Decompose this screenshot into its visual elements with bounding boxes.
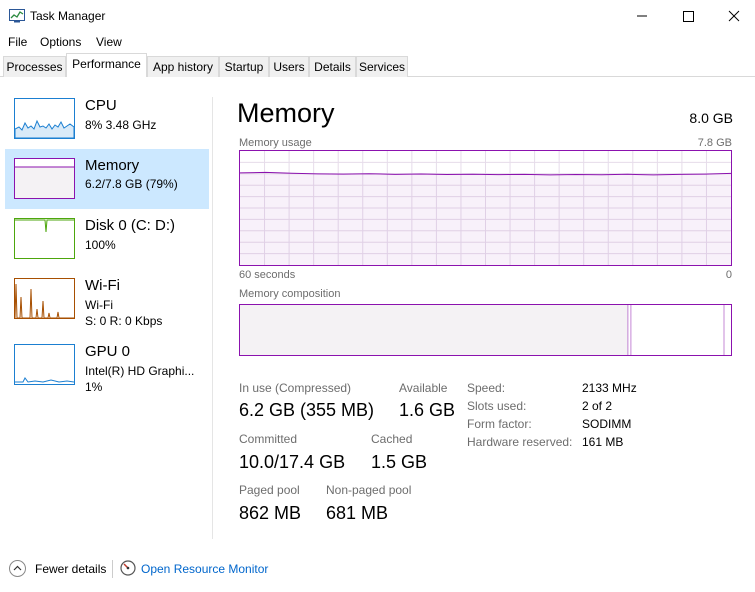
menu-file[interactable]: File (8, 35, 27, 49)
sidebar-subtitle-2: 1% (85, 380, 103, 394)
available-value: 1.6 GB (399, 400, 456, 420)
sidebar-item-disk[interactable]: Disk 0 (C: D:) 100% (5, 212, 209, 272)
sidebar-item-cpu[interactable]: CPU 8% 3.48 GHz (5, 92, 209, 152)
composition-in-use (240, 305, 628, 355)
gpu-thumbnail-graph (14, 344, 75, 385)
memory-usage-graph (239, 150, 732, 266)
spec-label-speed: Speed: (467, 381, 506, 395)
memory-usage-area (240, 172, 731, 265)
minimize-icon[interactable] (619, 0, 665, 31)
sidebar-title: Wi-Fi (85, 277, 120, 294)
window-title: Task Manager (30, 9, 106, 23)
page-title: Memory (237, 98, 335, 128)
spec-label-form-factor: Form factor: (467, 417, 532, 431)
wifi-thumbnail-graph (14, 278, 75, 319)
tab-processes[interactable]: Processes (3, 56, 66, 77)
memory-total: 8.0 GB (689, 110, 733, 126)
usage-axis-left: 60 seconds (239, 269, 296, 281)
chevron-up-icon[interactable] (9, 560, 26, 577)
tab-details[interactable]: Details (309, 56, 356, 77)
nonpaged-pool-value: 681 MB (326, 503, 389, 523)
sidebar-divider (212, 97, 213, 539)
menu-options[interactable]: Options (40, 35, 81, 49)
sidebar-subtitle: 6.2/7.8 GB (79%) (85, 177, 178, 191)
sidebar-subtitle: Intel(R) HD Graphi... (85, 364, 195, 378)
in-use-value: 6.2 GB (355 MB) (239, 400, 375, 420)
spec-value-slots: 2 of 2 (582, 399, 613, 413)
footer: Fewer details Open Resource Monitor (0, 555, 755, 583)
disk-thumbnail-graph (14, 218, 75, 259)
cached-value: 1.5 GB (371, 452, 428, 472)
sidebar-subtitle: 100% (85, 238, 116, 252)
sidebar-title: Disk 0 (C: D:) (85, 217, 175, 234)
task-manager-icon (9, 9, 25, 23)
usage-chart-label: Memory usage (239, 137, 312, 149)
maximize-icon[interactable] (665, 0, 711, 31)
performance-sidebar: CPU 8% 3.48 GHz Memory 6.2/7.8 GB (79%) … (0, 92, 214, 542)
tab-performance[interactable]: Performance (66, 53, 147, 77)
menu-bar: File Options View (0, 31, 755, 53)
sidebar-item-wifi[interactable]: Wi-Fi Wi-Fi S: 0 R: 0 Kbps (5, 272, 209, 332)
fewer-details-button[interactable]: Fewer details (35, 562, 106, 576)
tab-strip: Processes Performance App history Startu… (0, 53, 755, 77)
usage-axis-right: 0 (725, 269, 732, 281)
paged-pool-value: 862 MB (239, 503, 302, 523)
sidebar-title: GPU 0 (85, 343, 131, 360)
memory-thumbnail-graph (14, 158, 75, 199)
cached-label: Cached (371, 432, 413, 446)
paged-pool-label: Paged pool (239, 483, 300, 497)
tab-startup[interactable]: Startup (219, 56, 269, 77)
title-bar: Task Manager (0, 0, 755, 31)
committed-value: 10.0/17.4 GB (239, 452, 346, 472)
tab-users[interactable]: Users (269, 56, 309, 77)
sidebar-title: Memory (85, 157, 140, 174)
sidebar-item-gpu[interactable]: GPU 0 Intel(R) HD Graphi... 1% (5, 338, 209, 398)
sidebar-item-memory[interactable]: Memory 6.2/7.8 GB (79%) (5, 149, 209, 209)
tab-services[interactable]: Services (356, 56, 408, 77)
sidebar-title: CPU (85, 97, 117, 114)
memory-usage-svg (239, 151, 732, 265)
available-label: Available (399, 381, 448, 395)
spec-value-hardware-reserved: 161 MB (582, 435, 624, 449)
open-resource-monitor-link[interactable]: Open Resource Monitor (141, 562, 268, 576)
spec-label-slots: Slots used: (467, 399, 527, 413)
nonpaged-pool-label: Non-paged pool (326, 483, 412, 497)
tab-app-history[interactable]: App history (147, 56, 219, 77)
spec-value-speed: 2133 MHz (582, 381, 637, 395)
sidebar-subtitle-2: S: 0 R: 0 Kbps (85, 314, 163, 328)
sidebar-subtitle: 8% 3.48 GHz (85, 118, 157, 132)
composition-chart-label: Memory composition (239, 288, 341, 300)
cpu-thumbnail-graph (14, 98, 75, 139)
memory-composition-bar (239, 304, 732, 356)
in-use-label: In use (Compressed) (239, 381, 352, 395)
menu-view[interactable]: View (96, 35, 122, 49)
spec-value-form-factor: SODIMM (582, 417, 632, 431)
composition-svg (240, 305, 725, 355)
sidebar-subtitle: Wi-Fi (85, 298, 113, 312)
committed-label: Committed (239, 432, 298, 446)
close-icon[interactable] (711, 0, 755, 31)
usage-chart-max: 7.8 GB (697, 137, 732, 149)
footer-divider (112, 560, 113, 578)
resource-monitor-icon[interactable] (120, 560, 136, 576)
spec-label-hardware-reserved: Hardware reserved: (467, 435, 573, 449)
